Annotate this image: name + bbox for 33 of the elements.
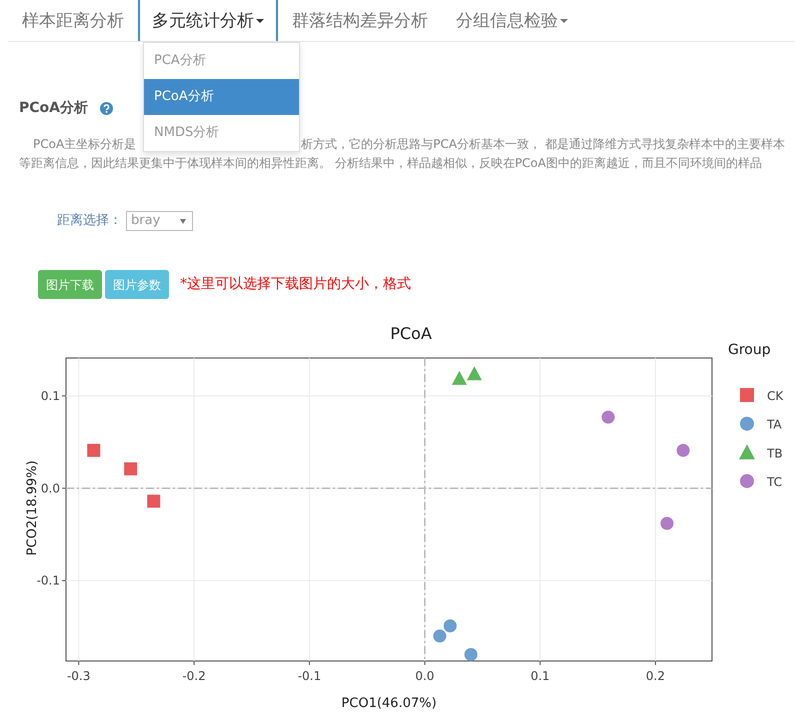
axis-tick-label: 0.1	[40, 388, 60, 403]
legend-label: CK	[767, 389, 784, 403]
axis-tick-label: -0.1	[36, 574, 60, 588]
nav-tab[interactable]: 分组信息检验	[442, 0, 582, 41]
axis-tick-label: 0.0	[415, 669, 434, 683]
description-text: 析方式，它的分析思路与PCA分析基本一致， 都是通过降维方式寻找复杂样本中的主要样本	[301, 137, 785, 151]
description-text: PCoA主坐标分析是	[33, 137, 136, 151]
description-text: 等距离信息，因此结果更集中于体现样本间的相异性距离。 分析结果中，样品越相似，反映在PCoA图中的距离越近，而且不同环境间的样品	[19, 156, 762, 170]
menu-item[interactable]: PCoA分析	[144, 79, 299, 115]
axis-tick-label: 0.2	[646, 669, 666, 683]
nav-tab[interactable]: 群落结构差异分析	[278, 0, 442, 41]
legend-label: TB	[767, 446, 783, 460]
axis-tick-label: -0.3	[66, 669, 90, 683]
download-button[interactable]: 图片下载	[38, 270, 102, 299]
axis-tick-label: -0.2	[182, 669, 206, 683]
axis-tick-label: 0.1	[530, 669, 550, 683]
axis-title: PCO2(18.99%)	[25, 460, 40, 556]
legend-title: Group	[728, 342, 771, 358]
settings-button[interactable]: 图片参数	[105, 270, 169, 299]
distance-select[interactable]: bray	[126, 211, 193, 231]
field-label: 距离选择：	[57, 212, 122, 230]
axis-tick-label: -0.1	[298, 669, 322, 683]
axis-title: PCO1(46.07%)	[341, 696, 437, 711]
legend-label: TC	[767, 475, 782, 490]
hint-text: *这里可以选择下载图片的大小，格式	[180, 275, 411, 294]
section-title: PCoA分析	[19, 99, 88, 118]
chart-title: PCoA	[390, 324, 432, 343]
axis-tick-label: 0.0	[40, 481, 60, 496]
menu-item[interactable]: PCA分析	[144, 43, 299, 79]
nav-tab[interactable]: 样本距离分析	[8, 0, 138, 41]
menu-item[interactable]: NMDS分析	[144, 115, 299, 151]
help-icon[interactable]	[100, 102, 113, 115]
legend-label: TA	[767, 418, 782, 432]
